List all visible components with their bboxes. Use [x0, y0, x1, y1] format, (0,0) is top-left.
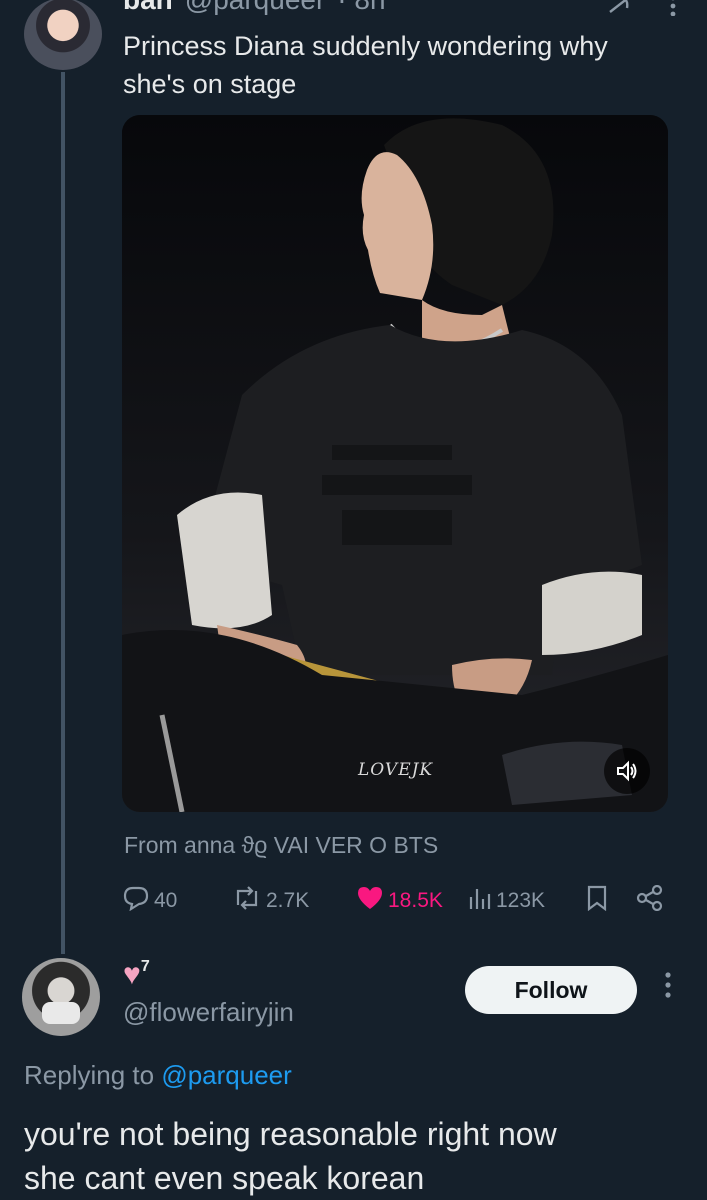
tweet-text: Princess Diana suddenly wondering why sh…	[123, 27, 683, 103]
reply-text-line: she cant even speak korean	[24, 1160, 425, 1196]
grok-icon[interactable]	[607, 0, 633, 23]
handle[interactable]: @parqueer	[185, 0, 326, 16]
reply-handle[interactable]: @flowerfairyjin	[123, 997, 294, 1028]
views-action[interactable]: 123K	[468, 882, 545, 920]
avatar[interactable]	[24, 0, 102, 70]
volume-icon	[615, 760, 639, 782]
reply-text-line: you're not being reasonable right now	[24, 1116, 557, 1152]
video-frame	[122, 115, 668, 812]
more-icon[interactable]	[669, 0, 677, 23]
tweet-text-line: Princess Diana suddenly wondering why	[123, 31, 608, 61]
avatar-mask	[42, 1002, 80, 1024]
bookmark-button[interactable]	[586, 882, 608, 920]
follow-button[interactable]: Follow	[465, 966, 637, 1014]
video-attribution[interactable]: From anna ϑϱ VAI VER O BTS	[124, 832, 438, 859]
heart-icon: ♥	[123, 958, 141, 991]
reply-icon	[122, 885, 150, 917]
reply-text: you're not being reasonable right now sh…	[24, 1112, 684, 1200]
timestamp[interactable]: · 8h	[337, 0, 385, 16]
reply-author-name[interactable]: ♥7	[123, 958, 150, 992]
tweet-video[interactable]: LOVEJK	[122, 115, 668, 812]
bookmark-icon	[586, 885, 608, 917]
badge-number: 7	[140, 958, 150, 975]
views-icon	[468, 885, 492, 917]
volume-button[interactable]	[604, 748, 650, 794]
like-action[interactable]: 18.5K	[356, 882, 443, 920]
avatar[interactable]	[22, 958, 100, 1036]
tweet-text-line: she's on stage	[123, 69, 297, 99]
reply-action[interactable]: 40	[122, 882, 177, 920]
tweet-header-icons	[607, 0, 677, 23]
replying-to: Replying to @parqueer	[24, 1060, 292, 1091]
retweet-icon	[232, 885, 262, 917]
more-icon[interactable]	[656, 970, 680, 1000]
replying-to-label: Replying to	[24, 1060, 162, 1090]
share-icon	[636, 884, 664, 917]
tweet-header: ban @parqueer · 8h	[123, 0, 386, 16]
mention-link[interactable]: @parqueer	[161, 1060, 291, 1090]
heart-icon	[356, 885, 384, 917]
like-count: 18.5K	[388, 889, 443, 912]
views-count: 123K	[496, 889, 546, 912]
retweet-action[interactable]: 2.7K	[232, 882, 309, 920]
reply-count: 40	[154, 889, 178, 912]
video-watermark: LOVEJK	[358, 760, 434, 780]
thread-line	[61, 72, 65, 954]
share-button[interactable]	[636, 882, 664, 920]
display-name[interactable]: ban	[123, 0, 173, 16]
retweet-count: 2.7K	[266, 889, 310, 912]
tweet-actions: 40 2.7K 18.5K 123K	[120, 882, 680, 922]
